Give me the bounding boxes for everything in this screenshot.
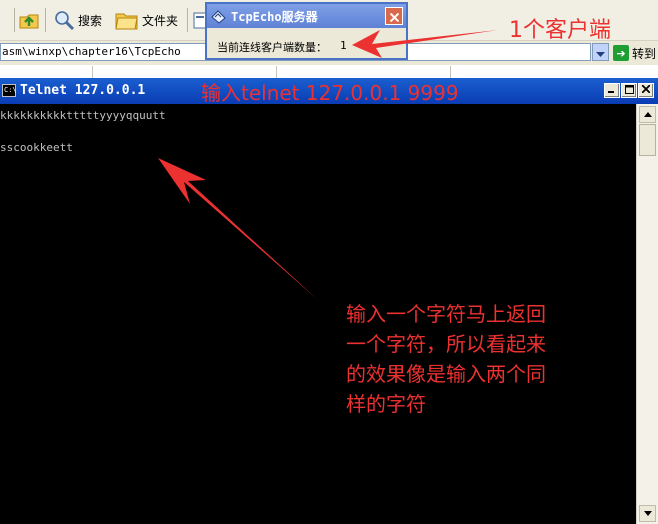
arrow-up-icon: [643, 110, 652, 119]
client-count-label: 当前连线客户端数量：: [217, 41, 327, 54]
toolbar-separator: [14, 8, 15, 32]
console-line: kkkkkkkkkktttttyyyyqquutt: [0, 109, 166, 122]
scroll-up-button[interactable]: [639, 106, 656, 123]
maximize-button[interactable]: [621, 83, 637, 98]
telnet-title: Telnet 127.0.0.1: [20, 83, 146, 98]
column-divider[interactable]: [92, 66, 93, 78]
tcpecho-title: TcpEcho服务器: [231, 10, 318, 24]
annotation-line: 样的字符: [346, 392, 426, 416]
console-line: sscookkeett: [0, 141, 73, 154]
annotation-line: 输入一个字符马上返回: [346, 302, 546, 326]
toolbar-separator: [45, 8, 46, 32]
search-button[interactable]: 搜索: [53, 7, 102, 33]
address-dropdown-button[interactable]: [592, 43, 609, 61]
folder-up-icon: [18, 9, 40, 31]
telnet-window: C:\ Telnet 127.0.0.1 kkkkkkkkkktttttyyyy…: [0, 78, 658, 524]
up-button[interactable]: [18, 7, 40, 33]
scroll-thumb[interactable]: [639, 124, 656, 156]
toolbar-separator: [187, 8, 188, 32]
annotation-line: 一个字符，所以看起来: [346, 332, 546, 356]
vertical-scrollbar[interactable]: [636, 104, 658, 524]
tcpecho-titlebar[interactable]: TcpEcho服务器: [207, 4, 406, 28]
search-label: 搜索: [78, 13, 103, 28]
close-button[interactable]: [385, 7, 403, 25]
minimize-icon: [608, 85, 616, 96]
close-button[interactable]: [638, 83, 654, 98]
search-icon: [53, 9, 75, 31]
scroll-down-button[interactable]: [639, 505, 656, 522]
tcpecho-server-window: TcpEcho服务器 当前连线客户端数量： 1: [205, 2, 408, 60]
go-arrow-icon: ➔: [613, 45, 629, 61]
folder-icon: [115, 10, 139, 30]
app-icon: [211, 9, 226, 24]
client-count-value: 1: [340, 39, 347, 52]
arrow-down-icon: [643, 509, 652, 518]
annotation-line: 的效果像是输入两个同: [346, 362, 546, 386]
annotation-client-count: 1个客户端: [509, 18, 611, 43]
close-icon: [389, 7, 399, 26]
chevron-down-icon: [596, 43, 605, 62]
go-button[interactable]: ➔ 转到: [613, 43, 656, 63]
console-icon[interactable]: C:\: [2, 84, 17, 97]
folders-label: 文件夹: [142, 13, 179, 28]
annotation-command: 输入telnet 127.0.0.1 9999: [201, 81, 459, 105]
minimize-button[interactable]: [604, 83, 620, 98]
annotation-explanation: 输入一个字符马上返回 一个字符，所以看起来 的效果像是输入两个同 样的字符: [346, 299, 546, 419]
maximize-icon: [624, 84, 634, 97]
close-icon: [641, 84, 651, 96]
folders-button[interactable]: 文件夹: [115, 7, 178, 33]
go-label: 转到: [632, 46, 657, 61]
